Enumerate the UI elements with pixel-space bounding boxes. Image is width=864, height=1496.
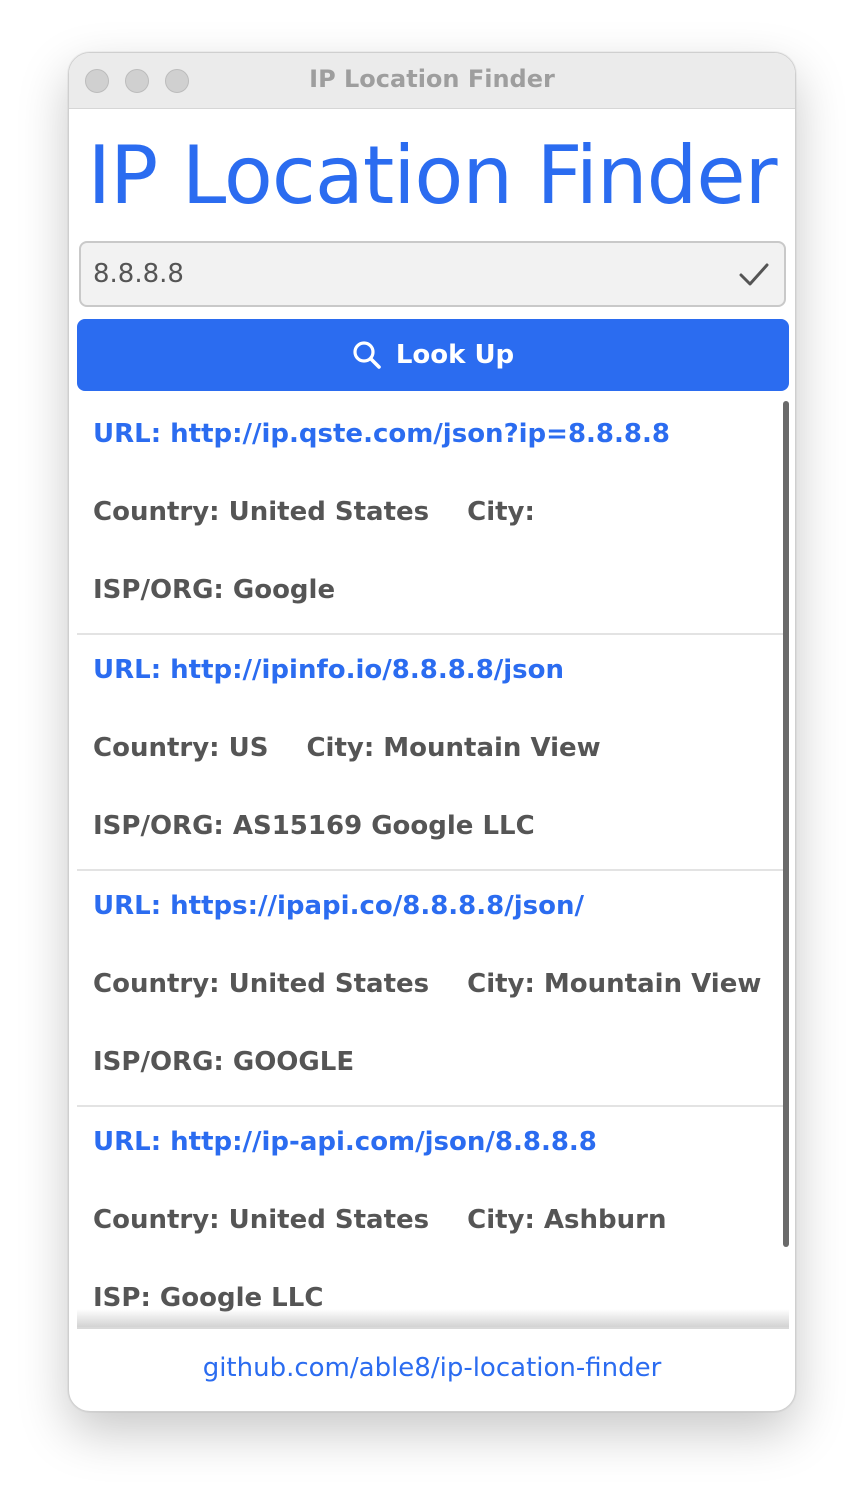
ip-input[interactable] xyxy=(93,253,713,295)
ip-field[interactable] xyxy=(79,241,786,307)
result-item: URL: http://ipinfo.io/8.8.8.8/json Count… xyxy=(77,635,789,871)
result-url[interactable]: URL: http://ip-api.com/json/8.8.8.8 xyxy=(93,1127,597,1157)
result-item: URL: http://ip.qste.com/json?ip=8.8.8.8 … xyxy=(77,399,789,635)
scroll-fade xyxy=(77,1309,789,1329)
github-link[interactable]: github.com/able8/ip-location-finder xyxy=(69,1353,795,1383)
look-up-label: Look Up xyxy=(395,340,515,370)
result-item: URL: https://ipapi.co/8.8.8.8/json/ Coun… xyxy=(77,871,789,1107)
app-window: IP Location Finder IP Location Finder Lo… xyxy=(68,52,796,1412)
check-icon xyxy=(739,263,769,286)
results-list[interactable]: URL: http://ip.qste.com/json?ip=8.8.8.8 … xyxy=(77,399,789,1327)
result-country: Country: US xyxy=(93,733,269,763)
result-location: Country: United States City: Ashburn xyxy=(93,1205,667,1235)
search-icon xyxy=(353,341,381,369)
footer-divider xyxy=(77,1327,789,1329)
result-isp: ISP/ORG: Google xyxy=(93,575,336,605)
result-location: Country: United States City: xyxy=(93,497,535,527)
result-url[interactable]: URL: https://ipapi.co/8.8.8.8/json/ xyxy=(93,891,584,921)
look-up-button[interactable]: Look Up xyxy=(77,319,789,391)
result-url[interactable]: URL: http://ipinfo.io/8.8.8.8/json xyxy=(93,655,564,685)
result-country: Country: United States xyxy=(93,1205,430,1235)
result-country: Country: United States xyxy=(93,497,430,527)
result-location: Country: United States City: Mountain Vie… xyxy=(93,969,761,999)
result-city: City: Mountain View xyxy=(306,733,601,763)
result-city: City: xyxy=(467,497,535,527)
result-country: Country: United States xyxy=(93,969,430,999)
title-bar: IP Location Finder xyxy=(69,53,795,109)
result-url[interactable]: URL: http://ip.qste.com/json?ip=8.8.8.8 xyxy=(93,419,670,449)
result-isp: ISP/ORG: GOOGLE xyxy=(93,1047,355,1077)
result-isp: ISP/ORG: AS15169 Google LLC xyxy=(93,811,535,841)
result-item: URL: http://ip-api.com/json/8.8.8.8 Coun… xyxy=(77,1107,789,1327)
result-city: City: Ashburn xyxy=(467,1205,667,1235)
results-scrollbar[interactable] xyxy=(783,401,789,1247)
result-city: City: Mountain View xyxy=(467,969,762,999)
result-location: Country: US City: Mountain View xyxy=(93,733,601,763)
page-title: IP Location Finder xyxy=(87,129,777,222)
window-title: IP Location Finder xyxy=(309,65,555,93)
